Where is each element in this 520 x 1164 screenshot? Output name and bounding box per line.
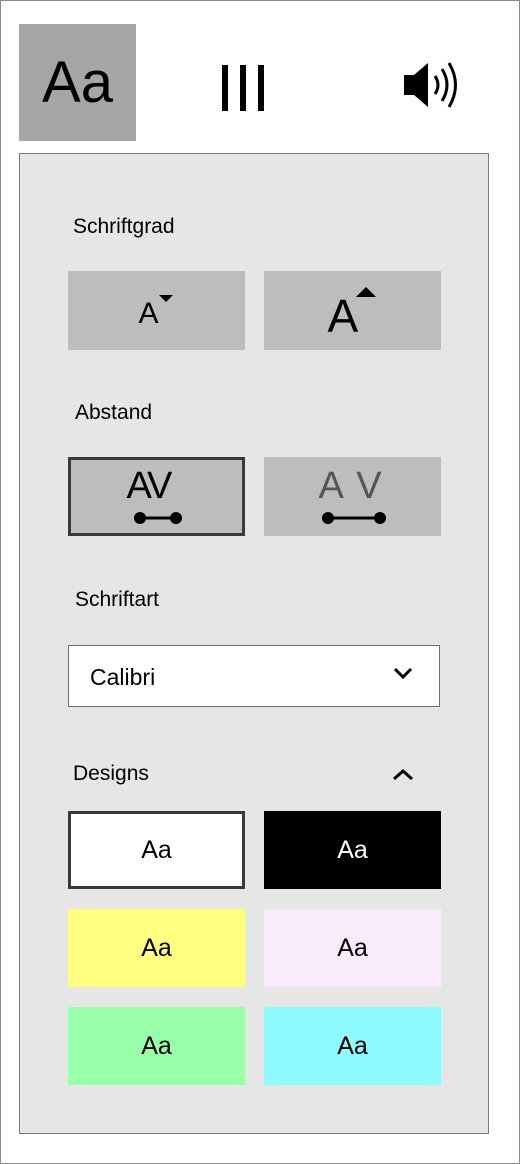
narrow-spacing-button[interactable]: AV (68, 457, 245, 536)
theme-black[interactable]: Aa (264, 811, 441, 889)
text-preferences-panel: Schriftgrad A A Abstand AV A V Schriftar… (19, 153, 489, 1134)
decrease-font-icon: A (137, 291, 177, 331)
theme-green[interactable]: Aa (68, 1007, 245, 1085)
theme-pink[interactable]: Aa (264, 909, 441, 987)
theme-cyan-label: Aa (337, 1031, 368, 1060)
wide-spacing-glyph: A V (318, 464, 384, 507)
decrease-font-size-button[interactable]: A (68, 271, 245, 350)
text-preferences-icon: Aa (42, 49, 113, 115)
tab-text-preferences[interactable]: Aa (19, 24, 136, 141)
wide-spacing-line (321, 511, 386, 524)
down-arrow-icon (158, 294, 173, 302)
up-arrow-icon (355, 286, 376, 297)
font-family-value: Calibri (90, 664, 156, 690)
theme-yellow-label: Aa (141, 933, 172, 962)
columns-icon (222, 65, 264, 111)
increase-font-glyph: A (327, 289, 359, 342)
narrow-spacing-icon: AV (125, 464, 189, 527)
themes-heading: Designs (73, 762, 149, 785)
font-family-select[interactable]: Calibri (68, 645, 440, 707)
chevron-up-icon[interactable] (391, 763, 415, 787)
narrow-spacing-line (133, 511, 182, 524)
spacing-heading: Abstand (75, 401, 153, 424)
tab-read-aloud[interactable] (393, 40, 473, 130)
increase-font-size-button[interactable]: A (264, 271, 441, 350)
theme-white-label: Aa (141, 835, 172, 864)
speaker-icon (404, 62, 457, 108)
decrease-font-glyph: A (138, 296, 159, 330)
chevron-down-icon (393, 667, 413, 680)
wide-spacing-icon: A V (315, 464, 391, 527)
font-size-heading: Schriftgrad (73, 215, 175, 238)
narrow-spacing-glyph: AV (126, 464, 173, 507)
tab-grammar-options[interactable] (205, 40, 281, 136)
theme-green-label: Aa (141, 1031, 172, 1060)
theme-pink-label: Aa (337, 933, 368, 962)
theme-cyan[interactable]: Aa (264, 1007, 441, 1085)
theme-white[interactable]: Aa (68, 811, 245, 889)
increase-font-icon: A (327, 285, 379, 342)
theme-black-label: Aa (337, 835, 368, 864)
font-family-heading: Schriftart (75, 588, 160, 611)
theme-yellow[interactable]: Aa (68, 909, 245, 987)
wide-spacing-button[interactable]: A V (264, 457, 441, 536)
